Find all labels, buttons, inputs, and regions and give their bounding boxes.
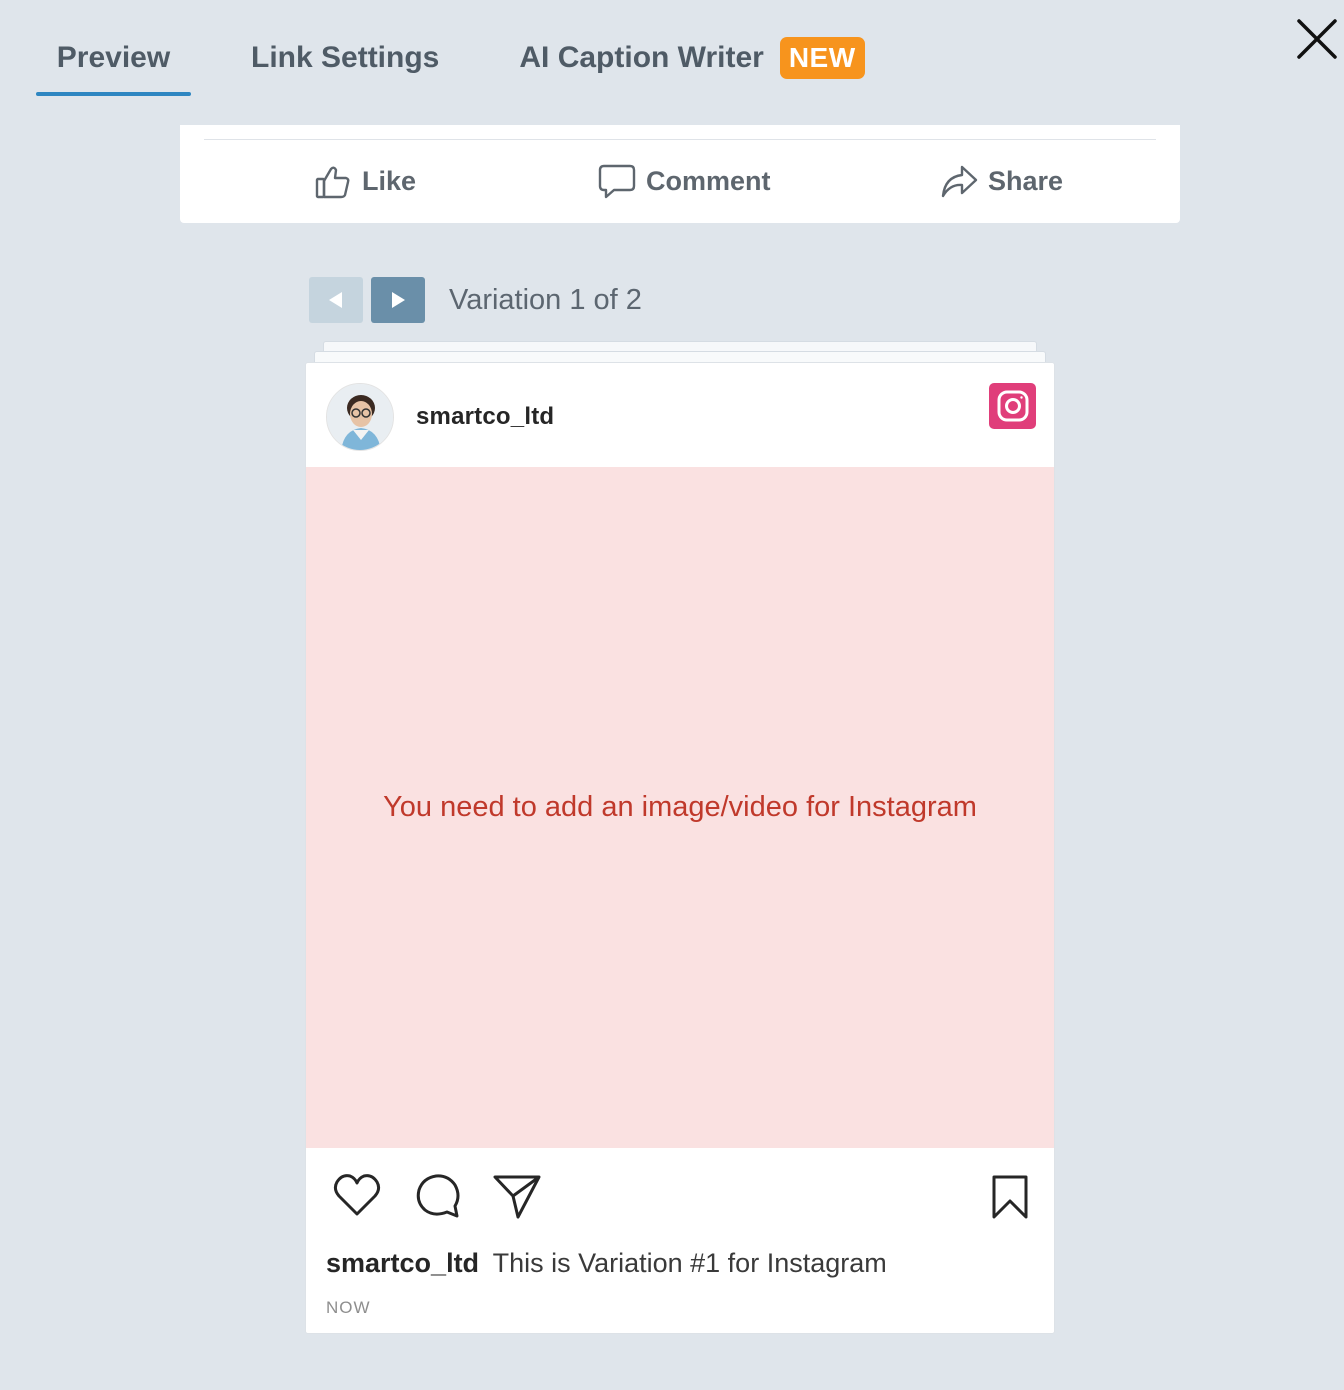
tab-preview-label: Preview — [56, 41, 171, 74]
triangle-left-icon — [329, 292, 342, 308]
instagram-post-preview: smartco_ltd You need to add an image/vid… — [305, 362, 1055, 1334]
caption-text: This is Variation #1 for Instagram — [492, 1248, 887, 1278]
comment-button[interactable]: Comment — [598, 140, 771, 223]
close-icon — [1297, 19, 1337, 59]
comment-bubble-icon — [416, 1174, 460, 1218]
share-label: Share — [988, 166, 1064, 196]
next-variation-button[interactable] — [371, 277, 425, 323]
media-missing-message: You need to add an image/video for Insta… — [383, 791, 977, 823]
media-placeholder: You need to add an image/video for Insta… — [306, 467, 1054, 1148]
tab-ai-caption-writer[interactable]: AI Caption Writer NEW — [519, 20, 865, 96]
post-caption: smartco_ltd This is Variation #1 for Ins… — [326, 1248, 887, 1279]
share-arrow-icon — [941, 165, 978, 197]
variation-navigator: Variation 1 of 2 — [309, 277, 642, 323]
facebook-preview-card: Like Comment Share — [180, 125, 1180, 223]
tab-ai-caption-writer-label: AI Caption Writer — [519, 41, 764, 74]
close-button[interactable] — [1294, 16, 1340, 62]
tab-preview[interactable]: Preview — [36, 20, 191, 96]
bookmark-icon — [992, 1175, 1028, 1219]
previous-variation-button[interactable] — [309, 277, 363, 323]
variation-label: Variation 1 of 2 — [449, 283, 642, 316]
instagram-logo-icon — [989, 383, 1036, 429]
paper-plane-icon — [493, 1175, 541, 1219]
post-header: smartco_ltd — [306, 363, 1054, 467]
like-button[interactable]: Like — [314, 140, 416, 223]
caption-username: smartco_ltd — [326, 1248, 480, 1278]
like-label: Like — [362, 166, 417, 196]
share-button[interactable]: Share — [940, 140, 1063, 223]
facebook-action-bar: Like Comment Share — [180, 140, 1180, 223]
tab-bar: Preview Link Settings AI Caption Writer … — [36, 20, 865, 96]
triangle-right-icon — [392, 292, 405, 308]
like-post-button[interactable] — [332, 1172, 382, 1223]
comment-label: Comment — [646, 166, 771, 196]
save-post-button[interactable] — [990, 1174, 1030, 1225]
thumbs-up-icon — [315, 166, 350, 198]
heart-icon — [333, 1174, 381, 1216]
post-username: smartco_ltd — [416, 403, 555, 430]
share-post-button[interactable] — [492, 1172, 542, 1225]
profile-photo-icon — [327, 384, 393, 450]
comment-post-button[interactable] — [414, 1172, 462, 1225]
new-badge: NEW — [779, 37, 865, 79]
post-action-bar — [306, 1148, 1054, 1248]
avatar — [326, 383, 394, 451]
tab-link-settings[interactable]: Link Settings — [251, 20, 439, 96]
post-timestamp: NOW — [326, 1298, 371, 1317]
speech-bubble-icon — [598, 164, 636, 198]
tab-link-settings-label: Link Settings — [251, 41, 440, 74]
